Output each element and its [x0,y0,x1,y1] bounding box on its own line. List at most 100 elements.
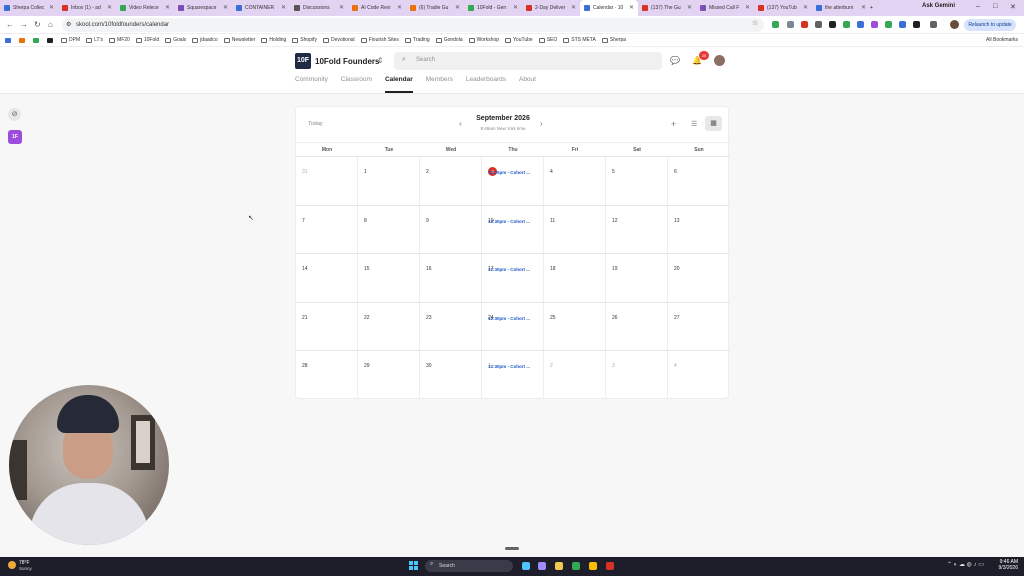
compass-icon[interactable]: ⊘ [8,108,21,121]
chrome-app-icon[interactable] [589,562,597,570]
browser-tab[interactable]: (137) YouTub ✕ [754,0,812,16]
maximize-icon[interactable]: □ [993,3,997,10]
forward-icon[interactable]: → [20,20,28,29]
calendar-day-cell[interactable]: 11 [544,205,606,254]
bookmark-item[interactable]: SEO [538,37,557,43]
tab-close-icon[interactable]: ✕ [687,4,692,11]
tab-close-icon[interactable]: ✕ [513,4,518,11]
next-month-icon[interactable]: › [540,119,543,128]
bookmark-item[interactable]: Newsletter [223,37,255,43]
calendar-day-cell[interactable]: 3 12:30pm - Cohort ... [482,157,544,205]
browser-tab[interactable]: (6) Tradie Gu ✕ [406,0,464,16]
calendar-day-cell[interactable]: 2 [420,157,482,205]
calendar-day-cell[interactable]: 16 [420,254,482,302]
calendar-event[interactable]: 12:30pm - Cohort ... [488,170,530,175]
calendar-day-cell[interactable]: 29 [358,351,420,399]
nav-tab[interactable]: Calendar [384,76,413,93]
calendar-day-cell[interactable]: 14 [296,254,358,302]
calendar-day-cell[interactable]: 27 [668,303,730,351]
calendar-day-cell[interactable]: 2 [544,351,606,399]
calendar-day-cell[interactable]: 21 [296,302,358,351]
tab-close-icon[interactable]: ✕ [629,4,634,11]
chrome-icon[interactable] [572,562,580,570]
tab-close-icon[interactable]: ✕ [745,4,750,11]
app-icon[interactable] [606,562,614,570]
bookmark-item[interactable]: jdaadco [192,37,218,43]
bookmark-item[interactable]: Sherpa [601,37,626,43]
bookmark-item[interactable]: YouTube [505,37,533,43]
tab-close-icon[interactable]: ✕ [803,4,808,11]
bookmark-app-icon[interactable] [47,37,55,43]
bookmark-item[interactable]: Gondola [435,37,463,43]
nav-tab[interactable]: Classroom [341,76,372,93]
calendar-event[interactable]: 12:30pm - Cohort ... [488,267,530,272]
add-event-icon[interactable]: + [671,119,676,129]
bookmark-item[interactable]: Holding [261,37,286,43]
bookmark-item[interactable]: Shopify [292,37,317,43]
calendar-day-cell[interactable]: 25 [544,302,606,351]
group-name[interactable]: 10Fold Founders [315,57,379,66]
reload-icon[interactable]: ↻ [34,20,41,29]
calendar-day-cell[interactable]: 30 [420,351,482,399]
extension-icon[interactable] [899,21,906,28]
calendar-view-icon[interactable]: ▦ [705,116,722,131]
tab-close-icon[interactable]: ✕ [397,4,402,11]
bookmark-item[interactable]: Devotional [322,37,355,43]
browser-tab[interactable]: Discussions ✕ [290,0,348,16]
browser-tab[interactable]: AI Code Revi ✕ [348,0,406,16]
address-bar[interactable]: ⚙ skool.com/10foldfounders/calendar [62,18,764,32]
calendar-day-cell[interactable]: 15 [358,254,420,302]
tab-close-icon[interactable]: ✕ [281,4,286,11]
tab-close-icon[interactable]: ✕ [571,4,576,11]
bookmark-star-icon[interactable]: ☆ [752,19,758,27]
extension-icon[interactable] [913,21,920,28]
calendar-event[interactable]: 12:30pm - Cohort ... [488,219,530,224]
calendar-day-cell[interactable]: 8 [358,205,420,254]
browser-tab[interactable]: 10Fold - Gen ✕ [464,0,522,16]
calendar-day-cell[interactable]: 31 [296,157,358,205]
browser-tab[interactable]: 2-Day Deliver ✕ [522,0,580,16]
chat-icon[interactable]: 💬 [670,56,680,65]
tab-close-icon[interactable]: ✕ [339,4,344,11]
taskbar-search[interactable]: Search [425,560,513,572]
browser-tab[interactable]: CONTAINER ✕ [232,0,290,16]
calendar-day-cell[interactable]: 3 [606,351,668,399]
calendar-day-cell[interactable]: 19 [606,254,668,302]
browser-tab[interactable]: Video Relece ✕ [116,0,174,16]
bookmark-item[interactable]: DPM [61,37,80,43]
home-icon[interactable]: ⌂ [48,20,53,29]
bookmark-item[interactable]: 10Fold [135,37,159,43]
bookmark-app-icon[interactable] [5,37,13,43]
tab-close-icon[interactable]: ✕ [165,4,170,11]
browser-tab[interactable]: Missed Call F ✕ [696,0,754,16]
weather-icon[interactable] [8,561,16,569]
app-icon[interactable] [538,562,546,570]
calendar-day-cell[interactable]: 7 [296,205,358,254]
nav-tab[interactable]: Community [295,76,328,93]
browser-tab[interactable]: the atterburn ✕ [812,0,870,16]
rail-group-badge[interactable]: 1F [8,130,22,144]
tab-close-icon[interactable]: ✕ [861,4,866,11]
tab-close-icon[interactable]: ✕ [107,4,112,11]
bookmark-item[interactable]: Flourish Sites [360,37,399,43]
browser-tab[interactable]: (137) The Gu ✕ [638,0,696,16]
browser-tab[interactable]: Squarespace ✕ [174,0,232,16]
taskbar-clock[interactable]: 9:46 AM 9/3/2026 [990,559,1018,571]
calendar-day-cell[interactable]: 6 [668,157,730,205]
file-explorer-icon[interactable] [555,562,563,570]
bookmark-item[interactable]: MF20 [109,37,130,43]
minimize-icon[interactable]: – [976,3,980,10]
calendar-day-cell[interactable]: 17 12:30pm - Cohort ... [482,254,544,302]
bookmark-item[interactable]: Trading [404,37,430,43]
calendar-day-cell[interactable]: 1 [358,157,420,205]
calendar-event[interactable]: 12:30pm - Cohort ... [488,364,530,369]
browser-tab[interactable]: Inbox (1) - ad ✕ [58,0,116,16]
all-bookmarks-button[interactable]: All Bookmarks [986,37,1018,43]
tab-close-icon[interactable]: ✕ [49,4,54,11]
extension-icon[interactable] [843,21,850,28]
calendar-event[interactable]: 12:30pm - Cohort ... [488,316,530,321]
new-tab-button[interactable]: + [870,5,873,11]
calendar-day-cell[interactable]: 9 [420,205,482,254]
calendar-day-cell[interactable]: 5 [606,157,668,205]
calendar-day-cell[interactable]: 18 [544,254,606,302]
